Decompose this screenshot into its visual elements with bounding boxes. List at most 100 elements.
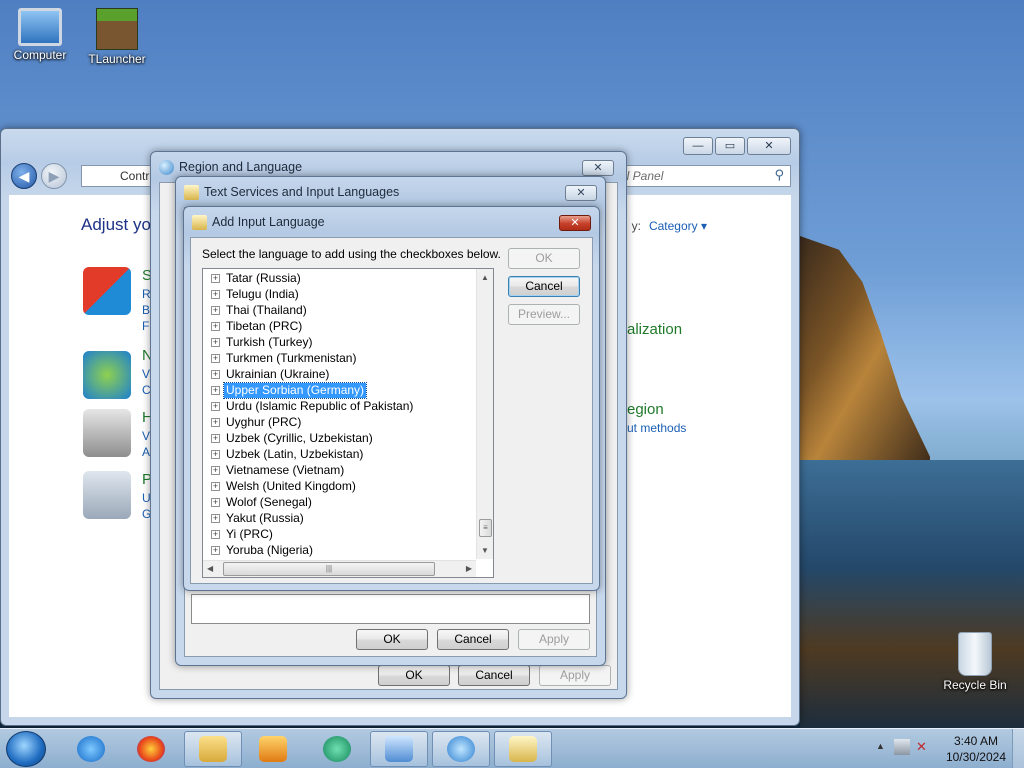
shield-icon[interactable] xyxy=(83,267,131,315)
expand-icon[interactable]: + xyxy=(211,434,220,444)
back-button[interactable]: ◀ xyxy=(11,163,37,189)
minimize-button[interactable]: — xyxy=(683,137,713,155)
language-item[interactable]: + Welsh (United Kingdom) xyxy=(211,479,358,495)
close-button[interactable]: ✕ xyxy=(559,215,591,231)
taskbar-app[interactable] xyxy=(308,731,366,767)
show-hidden-icons-icon[interactable]: ▲ xyxy=(876,741,885,751)
expand-icon[interactable]: + xyxy=(211,498,220,508)
vertical-scrollbar[interactable]: ▲ ≡ ▼ xyxy=(476,269,493,559)
language-label: Uzbek (Cyrillic, Uzbekistan) xyxy=(226,431,373,446)
language-tree[interactable]: + Tatar (Russia) + Telugu (India) + Thai (Tha… xyxy=(202,268,494,578)
language-item[interactable]: + Yakut (Russia) xyxy=(211,511,306,527)
change-input-methods-link[interactable]: ut methods xyxy=(627,421,686,435)
taskbar-media-player[interactable] xyxy=(244,731,302,767)
installed-services-list[interactable] xyxy=(191,594,590,624)
category-appearance-personalization[interactable]: alization xyxy=(627,321,682,338)
scroll-up-icon[interactable]: ▲ xyxy=(481,273,489,282)
printer-icon[interactable] xyxy=(83,409,131,457)
scroll-right-icon[interactable]: ▶ xyxy=(466,564,472,573)
dialog-title: Text Services and Input Languages xyxy=(204,185,400,199)
ok-button[interactable]: OK xyxy=(378,665,450,686)
expand-icon[interactable]: + xyxy=(211,418,220,428)
taskbar-file-explorer[interactable] xyxy=(184,731,242,767)
taskbar-firefox[interactable] xyxy=(122,731,180,767)
expand-icon[interactable]: + xyxy=(211,514,220,524)
language-item[interactable]: + Yoruba (Nigeria) xyxy=(211,543,315,559)
volume-muted-icon[interactable]: ✕ xyxy=(916,739,932,755)
desktop-icon-computer[interactable]: Computer xyxy=(0,8,80,62)
expand-icon[interactable]: + xyxy=(211,466,220,476)
clock[interactable]: 3:40 AM 10/30/2024 xyxy=(946,733,1006,765)
language-item[interactable]: + Telugu (India) xyxy=(211,287,301,303)
expand-icon[interactable]: + xyxy=(211,354,220,364)
horizontal-scrollbar[interactable]: ◀ ||| ▶ xyxy=(203,560,476,577)
maximize-button[interactable]: ▭ xyxy=(715,137,745,155)
expand-icon[interactable]: + xyxy=(211,450,220,460)
taskbar-region-language[interactable] xyxy=(432,731,490,767)
expand-icon[interactable]: + xyxy=(211,386,220,396)
system-tray: ▲ ✕ 3:40 AM 10/30/2024 xyxy=(864,729,1024,768)
page-title: Adjust you xyxy=(81,215,161,234)
language-item[interactable]: + Tatar (Russia) xyxy=(211,271,303,287)
apply-button[interactable]: Apply xyxy=(539,665,611,686)
language-item[interactable]: + Thai (Thailand) xyxy=(211,303,309,319)
network-icon[interactable] xyxy=(894,739,910,755)
start-button[interactable] xyxy=(6,731,46,767)
language-item[interactable]: + Tibetan (PRC) xyxy=(211,319,304,335)
search-icon[interactable]: ⚲ xyxy=(774,167,784,183)
media-player-icon xyxy=(259,736,287,762)
view-by-dropdown[interactable]: Category ▾ xyxy=(649,219,707,233)
scroll-thumb[interactable]: ||| xyxy=(223,562,435,576)
expand-icon[interactable]: + xyxy=(211,546,220,556)
language-item[interactable]: + Uzbek (Latin, Uzbekistan) xyxy=(211,447,365,463)
cancel-button[interactable]: Cancel xyxy=(458,665,530,686)
category-clock-language-region[interactable]: egion xyxy=(627,401,664,418)
forward-button[interactable]: ▶ xyxy=(41,163,67,189)
language-item[interactable]: + Urdu (Islamic Republic of Pakistan) xyxy=(211,399,415,415)
cancel-button[interactable]: Cancel xyxy=(508,276,580,297)
taskbar-control-panel[interactable] xyxy=(370,731,428,767)
apply-button[interactable]: Apply xyxy=(518,629,590,650)
language-item[interactable]: + Upper Sorbian (Germany) xyxy=(211,382,368,400)
scroll-thumb[interactable]: ≡ xyxy=(479,519,492,537)
desktop-icon-recycle-bin[interactable]: Recycle Bin xyxy=(935,632,1015,692)
expand-icon[interactable]: + xyxy=(211,274,220,284)
language-item[interactable]: + Yi (PRC) xyxy=(211,527,275,543)
language-item[interactable]: + Wolof (Senegal) xyxy=(211,495,314,511)
language-item[interactable]: + Turkmen (Turkmenistan) xyxy=(211,351,358,367)
taskbar-text-services[interactable] xyxy=(494,731,552,767)
ok-button[interactable]: OK xyxy=(356,629,428,650)
language-item[interactable]: + Uzbek (Cyrillic, Uzbekistan) xyxy=(211,431,375,447)
expand-icon[interactable]: + xyxy=(211,290,220,300)
expand-icon[interactable]: + xyxy=(211,482,220,492)
taskbar-internet-explorer[interactable] xyxy=(62,731,120,767)
show-desktop-button[interactable] xyxy=(1012,729,1024,768)
scroll-left-icon[interactable]: ◀ xyxy=(207,564,213,573)
expand-icon[interactable]: + xyxy=(211,322,220,332)
expand-icon[interactable]: + xyxy=(211,402,220,412)
desktop-icon-tlauncher[interactable]: TLauncher xyxy=(77,8,157,66)
search-input[interactable]: ol Panel ⚲ xyxy=(611,165,791,187)
language-item[interactable]: + Vietnamese (Vietnam) xyxy=(211,463,346,479)
close-button[interactable]: ✕ xyxy=(582,160,614,176)
close-button[interactable]: ✕ xyxy=(565,185,597,201)
scroll-down-icon[interactable]: ▼ xyxy=(481,546,489,555)
programs-disc-icon[interactable] xyxy=(83,471,131,519)
keyboard-icon xyxy=(184,185,199,200)
language-item[interactable]: + Uyghur (PRC) xyxy=(211,415,303,431)
expand-icon[interactable]: + xyxy=(211,530,220,540)
globe-icon xyxy=(159,160,174,175)
close-button[interactable]: ✕ xyxy=(747,137,791,155)
internet-explorer-icon xyxy=(77,736,105,762)
language-item[interactable]: + Ukrainian (Ukraine) xyxy=(211,367,331,383)
ok-button[interactable]: OK xyxy=(508,248,580,269)
language-item[interactable]: + Turkish (Turkey) xyxy=(211,335,314,351)
preview-button[interactable]: Preview... xyxy=(508,304,580,325)
category-link[interactable]: A xyxy=(142,445,150,459)
language-label: Uyghur (PRC) xyxy=(226,415,302,430)
cancel-button[interactable]: Cancel xyxy=(437,629,509,650)
network-globe-icon[interactable] xyxy=(83,351,131,399)
expand-icon[interactable]: + xyxy=(211,306,220,316)
expand-icon[interactable]: + xyxy=(211,338,220,348)
expand-icon[interactable]: + xyxy=(211,370,220,380)
